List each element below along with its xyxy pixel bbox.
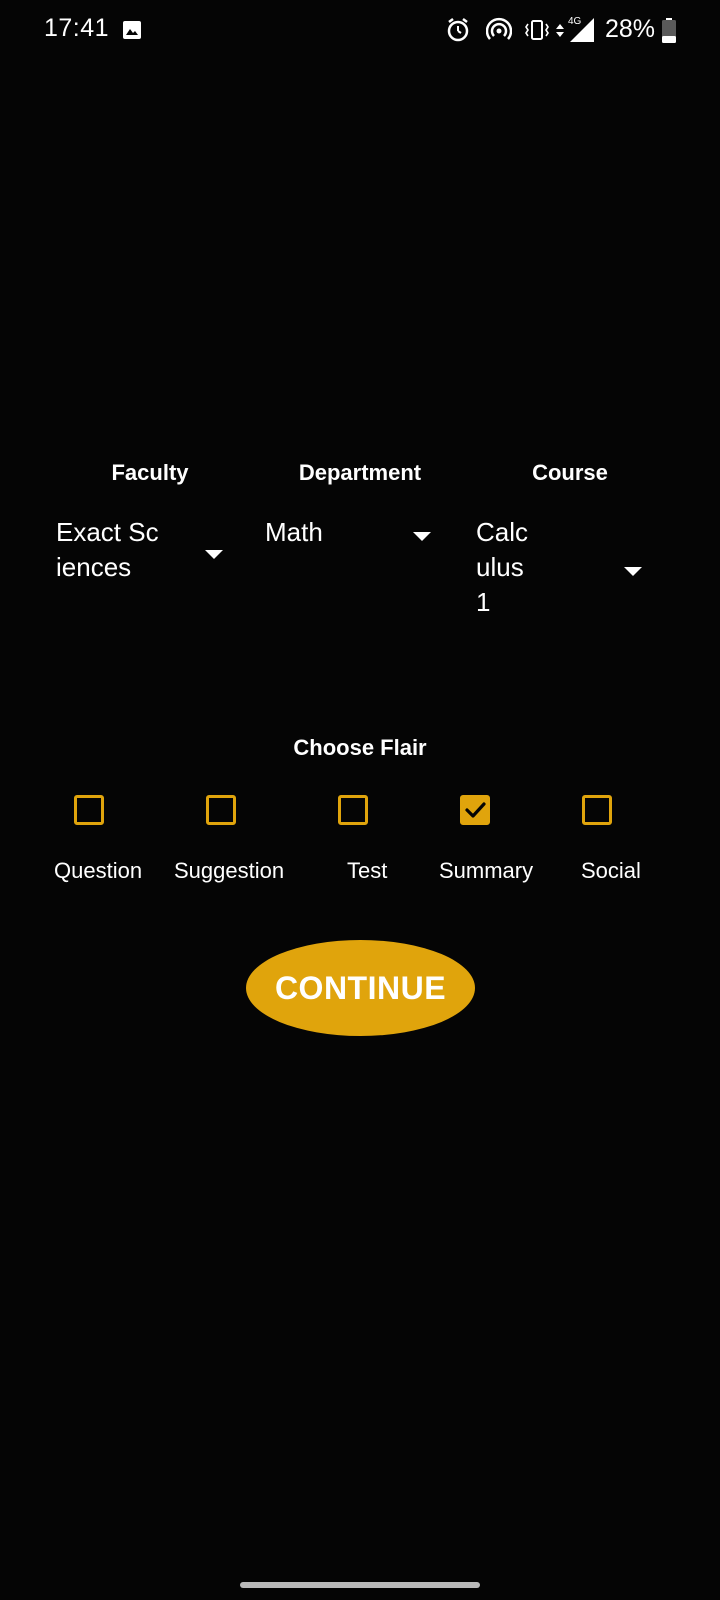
continue-label: CONTINUE xyxy=(274,969,447,1006)
flair-label: Summary xyxy=(439,858,534,883)
alarm-icon xyxy=(447,18,469,42)
navigation-handle[interactable] xyxy=(240,1582,480,1588)
flair-label: Social xyxy=(581,858,641,883)
flair-label: Suggestion xyxy=(174,858,285,883)
flair-option-social[interactable]: Social xyxy=(560,795,700,885)
department-dropdown[interactable]: Math xyxy=(265,515,445,575)
signal-icon xyxy=(570,18,594,42)
checkbox[interactable] xyxy=(338,795,368,825)
course-value: Calculus 1 xyxy=(476,517,529,617)
flair-option-summary[interactable]: Summary xyxy=(420,795,560,885)
check-icon xyxy=(465,802,486,818)
checkbox[interactable] xyxy=(206,795,236,825)
hotspot-icon xyxy=(486,17,512,40)
faculty-value: Exact Sciences xyxy=(56,517,159,582)
chevron-down-icon xyxy=(624,567,642,576)
flair-title: Choose Flair xyxy=(293,735,427,760)
status-time: 17:41 xyxy=(44,14,110,42)
course-dropdown[interactable]: Calculus 1 xyxy=(476,515,656,625)
department-value: Math xyxy=(265,517,323,547)
checkbox[interactable] xyxy=(582,795,612,825)
checkbox-checked[interactable] xyxy=(460,795,490,825)
flair-option-test[interactable]: Test xyxy=(300,795,440,885)
department-header: Department xyxy=(298,460,422,485)
battery-percent: 28% xyxy=(605,15,656,43)
vibrate-icon xyxy=(525,20,549,40)
status-bar: 17:41 4G 28% xyxy=(0,0,720,62)
flair-label: Test xyxy=(347,858,388,883)
checkbox[interactable] xyxy=(74,795,104,825)
gallery-icon xyxy=(123,21,141,39)
flair-option-suggestion[interactable]: Suggestion xyxy=(166,795,306,885)
course-header: Course xyxy=(532,460,608,485)
faculty-header: Faculty xyxy=(111,460,189,485)
data-arrows-icon xyxy=(556,24,564,37)
battery-icon xyxy=(662,18,676,43)
chevron-down-icon xyxy=(205,550,223,559)
flair-option-question[interactable]: Question xyxy=(36,795,176,885)
flair-label: Question xyxy=(54,858,143,883)
continue-button[interactable]: CONTINUE xyxy=(246,940,475,1036)
faculty-dropdown[interactable]: Exact Sciences xyxy=(56,515,236,595)
chevron-down-icon xyxy=(413,532,431,541)
